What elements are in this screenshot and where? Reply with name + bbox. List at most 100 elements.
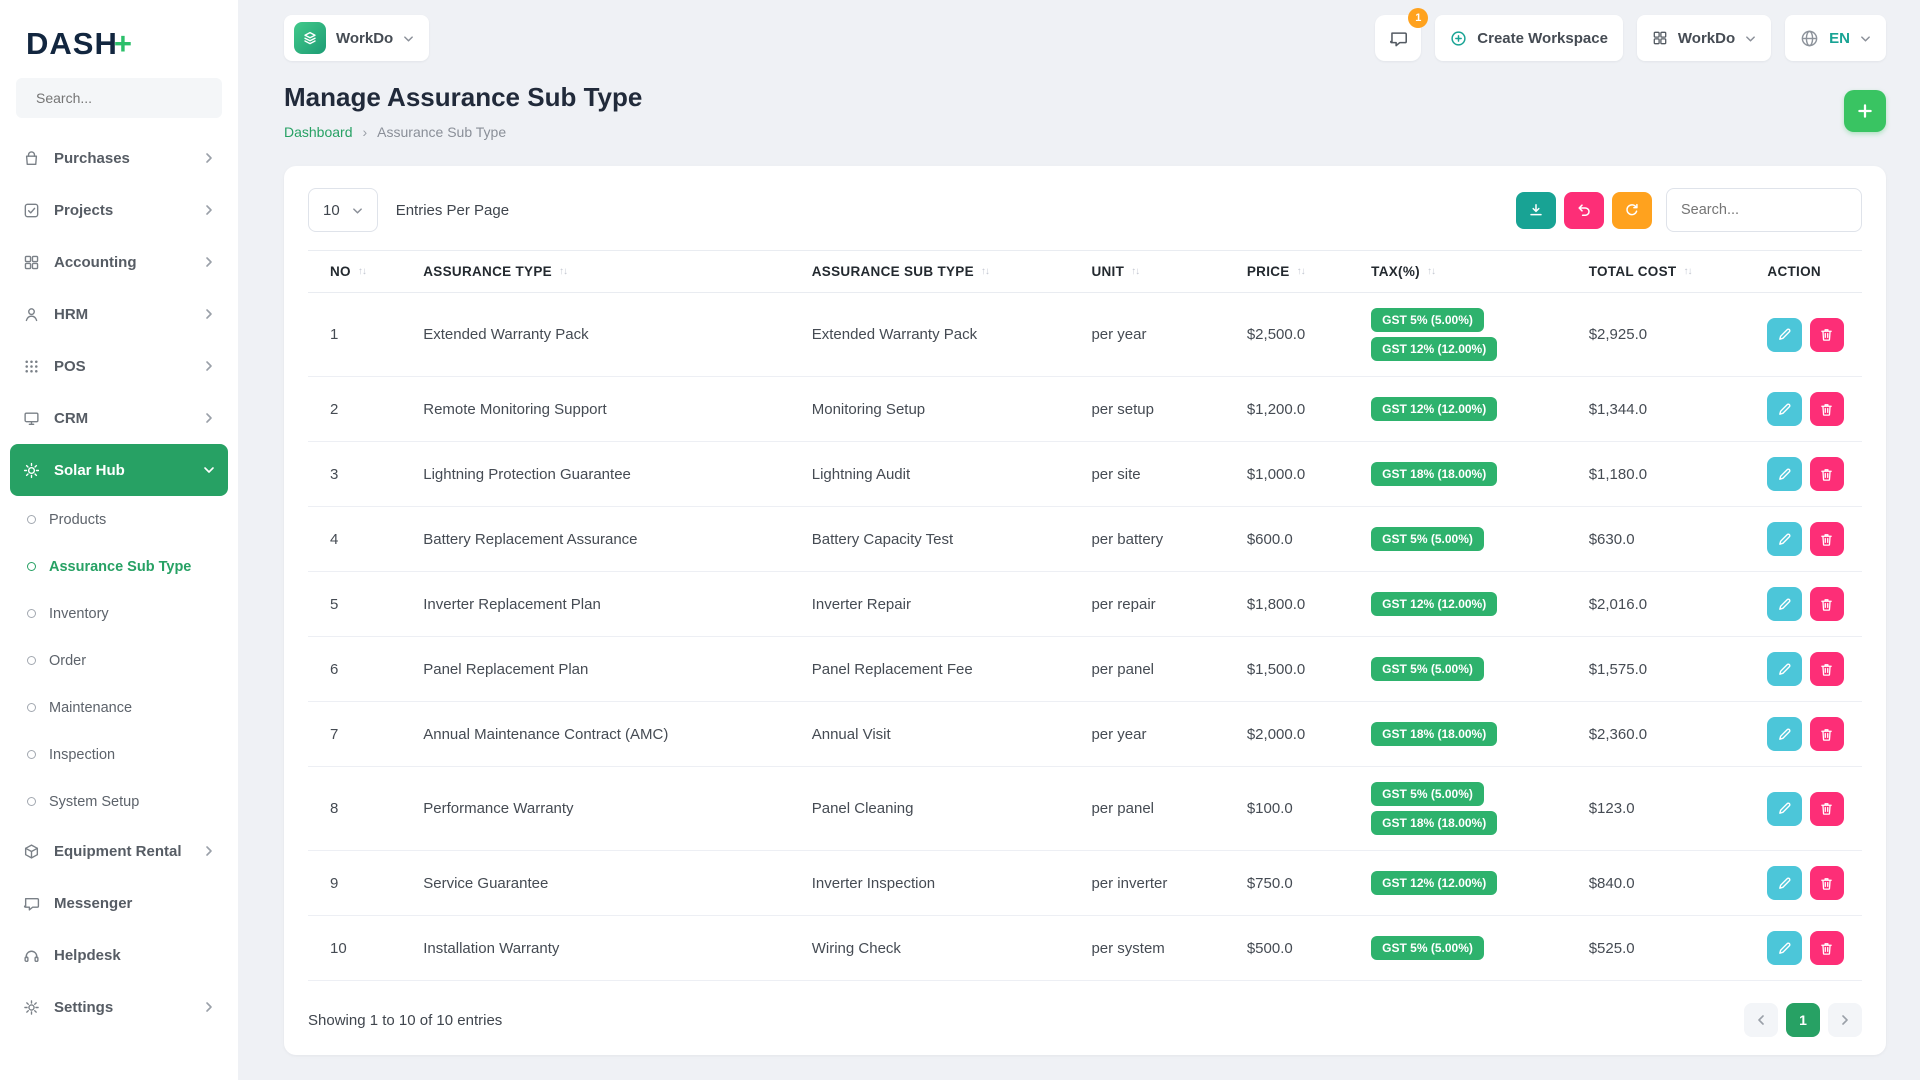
cell-no: 8 xyxy=(308,766,402,851)
cell-price: $1,800.0 xyxy=(1224,571,1350,637)
workspace-menu-label: WorkDo xyxy=(1677,29,1736,47)
sidebar-item-projects[interactable]: Projects xyxy=(10,184,228,236)
edit-button[interactable] xyxy=(1767,866,1802,900)
sidebar-search xyxy=(16,78,222,118)
cell-total-cost: $123.0 xyxy=(1566,766,1746,851)
workspace-menu-button[interactable]: WorkDo xyxy=(1636,15,1772,61)
add-button[interactable] xyxy=(1844,90,1886,132)
sidebar-item-hrm[interactable]: HRM xyxy=(10,288,228,340)
sidebar-item-order[interactable]: Order xyxy=(10,637,228,684)
sidebar-item-pos[interactable]: POS xyxy=(10,340,228,392)
edit-button[interactable] xyxy=(1767,317,1802,352)
entries-per-page-select[interactable]: 10 xyxy=(308,188,378,232)
card-toolbar: 10 Entries Per Page xyxy=(308,188,1862,232)
delete-button[interactable] xyxy=(1809,392,1844,426)
export-button[interactable] xyxy=(1516,191,1556,229)
sidebar-item-inspection[interactable]: Inspection xyxy=(10,731,228,778)
edit-button[interactable] xyxy=(1767,457,1802,491)
cell-tax: GST 18% (18.00%) xyxy=(1349,441,1567,507)
caret-down-icon xyxy=(1860,33,1871,44)
table-search-input[interactable] xyxy=(1666,188,1862,232)
page-header: Manage Assurance Sub Type Dashboard › As… xyxy=(284,82,1886,140)
edit-button[interactable] xyxy=(1767,652,1802,686)
column-header-unit[interactable]: UNIT ↑↓ xyxy=(1091,264,1206,279)
edit-button[interactable] xyxy=(1767,791,1802,826)
edit-button[interactable] xyxy=(1767,392,1802,426)
cell-assurance-type: Performance Warranty xyxy=(401,766,790,851)
cell-assurance-type: Lightning Protection Guarantee xyxy=(401,441,790,507)
sidebar-item-products[interactable]: Products xyxy=(10,496,228,543)
edit-button[interactable] xyxy=(1767,587,1802,621)
cell-unit: per battery xyxy=(1069,506,1225,572)
column-header-price[interactable]: PRICE ↑↓ xyxy=(1247,264,1331,279)
cell-action xyxy=(1745,850,1862,916)
sidebar-item-maintenance[interactable]: Maintenance xyxy=(10,684,228,731)
sidebar-subitem-label: Order xyxy=(49,652,87,669)
sidebar-item-label: Helpdesk xyxy=(54,946,121,964)
sort-icon: ↑↓ xyxy=(1426,266,1436,277)
sidebar-search-input[interactable] xyxy=(36,90,217,106)
cell-assurance-sub-type: Panel Cleaning xyxy=(789,766,1070,851)
sidebar-item-settings[interactable]: Settings xyxy=(10,981,228,1033)
back-button[interactable] xyxy=(1564,191,1604,229)
table-row: 10 Installation Warranty Wiring Check per s… xyxy=(308,915,1862,981)
edit-button[interactable] xyxy=(1767,931,1802,965)
breadcrumb-dashboard-link[interactable]: Dashboard xyxy=(284,124,353,140)
cell-price: $500.0 xyxy=(1224,915,1350,981)
chat-bubble-icon xyxy=(23,894,41,912)
sidebar-item-helpdesk[interactable]: Helpdesk xyxy=(10,929,228,981)
language-button[interactable]: EN xyxy=(1785,15,1886,61)
delete-button[interactable] xyxy=(1809,652,1844,686)
workspace-switcher[interactable]: WorkDo xyxy=(284,15,430,61)
card-footer: Showing 1 to 10 of 10 entries 1 xyxy=(308,981,1862,1037)
sidebar-item-crm[interactable]: CRM xyxy=(10,392,228,444)
edit-button[interactable] xyxy=(1767,717,1802,751)
cell-assurance-sub-type: Lightning Audit xyxy=(789,441,1070,507)
delete-button[interactable] xyxy=(1809,866,1844,900)
delete-button[interactable] xyxy=(1809,587,1844,621)
globe-icon xyxy=(1800,29,1819,48)
column-header-total-cost[interactable]: TOTAL COST ↑↓ xyxy=(1589,264,1728,279)
delete-button[interactable] xyxy=(1809,522,1844,556)
prev-page-button[interactable] xyxy=(1744,1003,1778,1037)
tax-badge: GST 12% (12.00%) xyxy=(1371,592,1498,616)
delete-button[interactable] xyxy=(1809,457,1844,491)
create-workspace-label: Create Workspace xyxy=(1477,29,1608,47)
chevron-right-icon: › xyxy=(362,124,368,140)
sort-icon: ↑↓ xyxy=(980,266,990,277)
column-header-assurance-type[interactable]: ASSURANCE TYPE ↑↓ xyxy=(423,264,772,279)
delete-button[interactable] xyxy=(1809,717,1844,751)
page-1-button[interactable]: 1 xyxy=(1786,1003,1820,1037)
sidebar-item-equipment-rental[interactable]: Equipment Rental xyxy=(10,825,228,877)
sidebar-item-accounting[interactable]: Accounting xyxy=(10,236,228,288)
cell-tax: GST 12% (12.00%) xyxy=(1349,850,1567,916)
delete-button[interactable] xyxy=(1809,317,1844,352)
sidebar-subitem-label: Maintenance xyxy=(49,699,133,716)
cell-assurance-type: Inverter Replacement Plan xyxy=(401,571,790,637)
sidebar-item-messenger[interactable]: Messenger xyxy=(10,877,228,929)
sidebar-item-system-setup[interactable]: System Setup xyxy=(10,778,228,825)
column-header-tax[interactable]: TAX(%) ↑↓ xyxy=(1371,264,1549,279)
sidebar-item-purchases[interactable]: Purchases xyxy=(10,132,228,184)
column-header-assurance-sub-type[interactable]: ASSURANCE SUB TYPE ↑↓ xyxy=(812,264,1052,279)
sidebar-item-solar-hub[interactable]: Solar Hub xyxy=(10,444,228,496)
messages-button[interactable]: 1 xyxy=(1375,8,1429,61)
cell-total-cost: $840.0 xyxy=(1566,850,1746,916)
cell-tax: GST 5% (5.00%) GST 18% (18.00%) xyxy=(1349,766,1567,851)
plus-icon xyxy=(1858,104,1872,118)
page-title: Manage Assurance Sub Type xyxy=(284,82,643,112)
sidebar-item-label: Accounting xyxy=(54,253,137,271)
sidebar-item-assurance-sub-type[interactable]: Assurance Sub Type xyxy=(10,543,228,590)
create-workspace-button[interactable]: Create Workspace xyxy=(1435,15,1623,61)
next-page-button[interactable] xyxy=(1828,1003,1862,1037)
sidebar-item-inventory[interactable]: Inventory xyxy=(10,590,228,637)
sidebar-subitem-label: Inspection xyxy=(49,746,116,763)
edit-button[interactable] xyxy=(1767,522,1802,556)
cell-no: 9 xyxy=(308,850,402,916)
pagination: 1 xyxy=(1744,1003,1862,1037)
delete-button[interactable] xyxy=(1809,931,1844,965)
cell-unit: per setup xyxy=(1069,376,1225,442)
column-header-no[interactable]: NO ↑↓ xyxy=(330,264,383,279)
refresh-button[interactable] xyxy=(1612,191,1652,229)
delete-button[interactable] xyxy=(1809,791,1844,826)
